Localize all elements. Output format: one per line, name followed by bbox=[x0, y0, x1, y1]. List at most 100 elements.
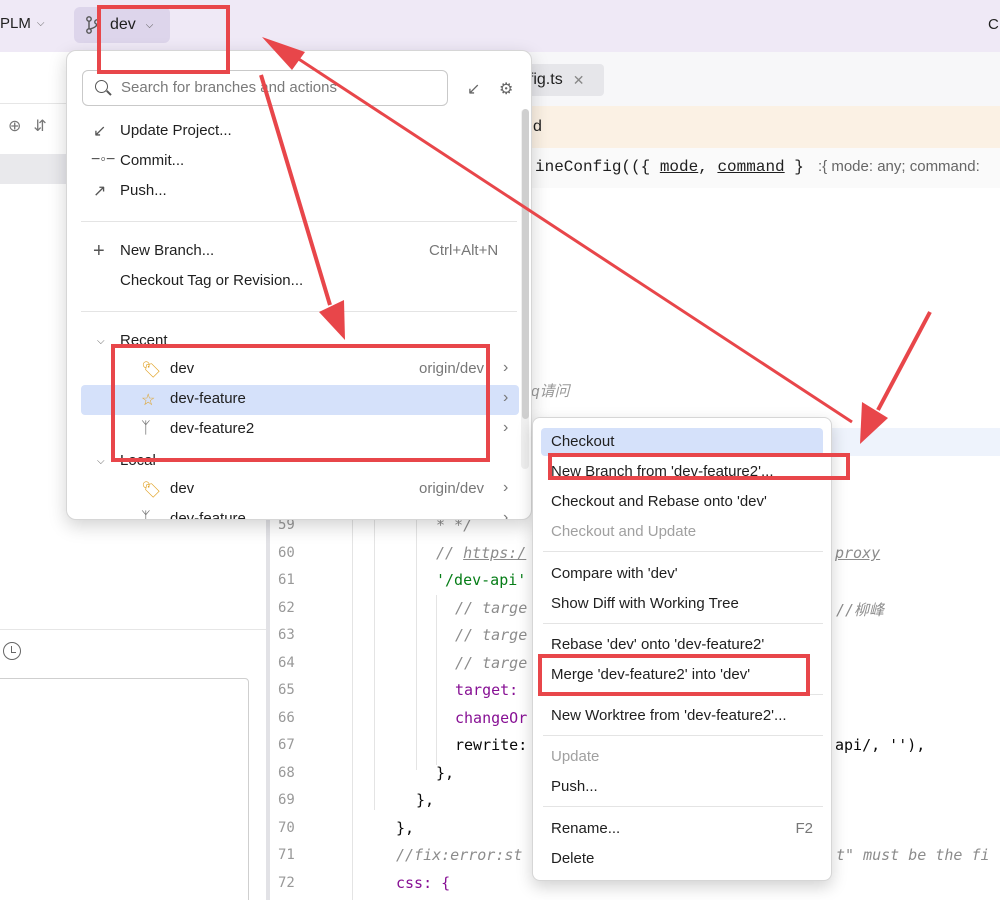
update-icon: ↙ bbox=[93, 123, 107, 140]
line-number: 68 bbox=[278, 765, 295, 781]
annotation-box-recent-branches bbox=[111, 344, 490, 462]
branch-name: dev bbox=[170, 480, 195, 497]
divider bbox=[543, 551, 823, 552]
branch-search-field[interactable] bbox=[82, 70, 448, 106]
branch-row-dev-feature-local[interactable]: ᛉ dev-feature › bbox=[81, 505, 519, 520]
scrollbar-thumb[interactable] bbox=[522, 109, 529, 419]
code-line-66[interactable]: changeOr bbox=[455, 709, 527, 727]
project-name: PLM bbox=[0, 15, 31, 32]
chevron-down-icon[interactable]: ⌵ bbox=[97, 456, 105, 467]
rename-item[interactable]: Rename... F2 bbox=[541, 815, 823, 843]
code-line-65[interactable]: target: bbox=[455, 681, 518, 699]
checkout-tag-item[interactable]: Checkout Tag or Revision... bbox=[120, 272, 303, 289]
line-number: 61 bbox=[278, 572, 295, 588]
panel-toolbar: ⊕ ⇵ bbox=[8, 116, 47, 136]
push-icon: ↗ bbox=[93, 183, 107, 200]
line-number: 69 bbox=[278, 792, 295, 808]
code-line-67[interactable]: rewrite: bbox=[455, 736, 527, 754]
code-line-define-config[interactable]: ineConfig(({ mode, command } bbox=[535, 158, 804, 176]
divider bbox=[543, 735, 823, 736]
line-number: 65 bbox=[278, 682, 295, 698]
tag-icon: 🏷 bbox=[141, 482, 162, 499]
divider bbox=[543, 806, 823, 807]
line-number: 67 bbox=[278, 737, 295, 753]
clock-icon[interactable] bbox=[3, 642, 21, 660]
line-number: 72 bbox=[278, 875, 295, 891]
new-worktree-item[interactable]: New Worktree from 'dev-feature2'... bbox=[541, 702, 823, 730]
code-line-72[interactable]: css: { bbox=[396, 874, 450, 892]
code-line-67-tail: api/, ''), bbox=[835, 736, 926, 754]
shortcut-label: F2 bbox=[795, 820, 813, 837]
code-line-63[interactable]: // targe bbox=[455, 626, 527, 644]
code-line-62[interactable]: // targe bbox=[455, 599, 527, 617]
code-line-61[interactable]: '/dev-api' bbox=[436, 571, 526, 589]
compare-item[interactable]: Compare with 'dev' bbox=[541, 560, 823, 588]
push-item[interactable]: Push... bbox=[120, 182, 167, 199]
branch-name: dev-feature bbox=[170, 510, 246, 520]
plus-icon: + bbox=[93, 240, 105, 262]
line-number: 62 bbox=[278, 600, 295, 616]
chevron-right-icon: › bbox=[503, 509, 509, 520]
code-line-62-tail: //柳峰 bbox=[836, 601, 885, 619]
chevron-right-icon: › bbox=[503, 359, 509, 376]
checkout-item[interactable]: Checkout bbox=[541, 428, 823, 456]
inlay-type-hint: :{ mode: any; command: bbox=[818, 158, 980, 175]
code-line-64[interactable]: // targe bbox=[455, 654, 527, 672]
caret-line-highlight bbox=[830, 428, 1000, 456]
commit-icon: −◦− bbox=[91, 151, 116, 168]
divider bbox=[0, 629, 266, 630]
close-icon[interactable]: ✕ bbox=[573, 72, 585, 89]
search-input[interactable] bbox=[121, 79, 441, 96]
code-line-71-tail: t" must be the fi bbox=[836, 846, 990, 864]
rename-label: Rename... bbox=[551, 820, 621, 837]
branch-icon: ᛉ bbox=[141, 510, 151, 520]
indent-guide bbox=[374, 510, 375, 810]
locate-icon[interactable]: ⊕ bbox=[8, 116, 21, 136]
code-line-68[interactable]: }, bbox=[436, 764, 454, 782]
line-number: 63 bbox=[278, 627, 295, 643]
line-number: 66 bbox=[278, 710, 295, 726]
project-selector[interactable]: PLM ⌵ bbox=[0, 15, 44, 32]
code-line-71[interactable]: //fix:error:st bbox=[396, 846, 522, 864]
checkout-update-item[interactable]: Checkout and Update bbox=[541, 518, 823, 546]
chevron-right-icon: › bbox=[503, 479, 509, 496]
expand-collapse-icon[interactable]: ⇵ bbox=[33, 116, 46, 136]
annotation-box-branch-widget bbox=[97, 5, 230, 74]
delete-item[interactable]: Delete bbox=[541, 845, 823, 873]
line-number: 71 bbox=[278, 847, 295, 863]
code-line-60[interactable]: // https:/ bbox=[436, 544, 526, 562]
chevron-down-icon[interactable]: ⌵ bbox=[97, 336, 105, 347]
new-branch-item[interactable]: New Branch... bbox=[120, 242, 214, 259]
update-item[interactable]: Update bbox=[541, 743, 823, 771]
show-diff-item[interactable]: Show Diff with Working Tree bbox=[541, 590, 823, 618]
commit-item[interactable]: Commit... bbox=[120, 152, 184, 169]
indent-guide bbox=[352, 510, 353, 900]
collapse-icon[interactable]: ↙ bbox=[467, 79, 480, 99]
line-number: 70 bbox=[278, 820, 295, 836]
push-item[interactable]: Push... bbox=[541, 773, 823, 801]
chevron-right-icon: › bbox=[503, 419, 509, 436]
indent-guide bbox=[416, 510, 417, 770]
code-line-70[interactable]: }, bbox=[396, 819, 414, 837]
chevron-down-icon: ⌵ bbox=[36, 18, 45, 29]
indent-guide bbox=[436, 595, 437, 765]
search-icon bbox=[95, 80, 108, 93]
branch-context-menu: Checkout New Branch from 'dev-feature2'.… bbox=[532, 417, 832, 881]
code-line-60-tail: proxy bbox=[835, 544, 881, 562]
tracking-branch: origin/dev bbox=[419, 480, 485, 497]
checkout-rebase-item[interactable]: Checkout and Rebase onto 'dev' bbox=[541, 488, 823, 516]
gear-icon[interactable]: ⚙ bbox=[499, 79, 513, 99]
divider bbox=[81, 311, 517, 312]
line-number: 60 bbox=[278, 545, 295, 561]
divider bbox=[543, 623, 823, 624]
update-project-item[interactable]: Update Project... bbox=[120, 122, 232, 139]
commit-message-area[interactable] bbox=[0, 678, 249, 900]
titlebar-right-fragment: C bbox=[988, 16, 999, 33]
annotation-box-merge bbox=[538, 654, 810, 696]
line-number: 64 bbox=[278, 655, 295, 671]
code-line-69[interactable]: }, bbox=[416, 791, 434, 809]
annotation-box-new-branch bbox=[548, 453, 850, 480]
notification-text: d bbox=[533, 118, 542, 135]
branch-row-dev-local[interactable]: 🏷 dev origin/dev › bbox=[81, 475, 519, 505]
shortcut-label: Ctrl+Alt+N bbox=[429, 242, 499, 259]
